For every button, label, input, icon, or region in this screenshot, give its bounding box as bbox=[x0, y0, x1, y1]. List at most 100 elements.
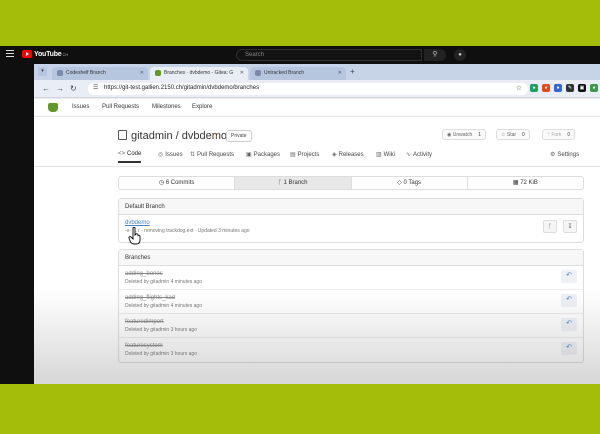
profile-icon[interactable]: ● bbox=[590, 84, 598, 92]
default-branch-row: dvbdemo -o- ... r - removing trackdog.ex… bbox=[119, 215, 583, 242]
code-icon: <> bbox=[118, 151, 125, 157]
browser-tab-2[interactable]: Branches · dvbdemo - Gitea: G ✕ bbox=[150, 67, 248, 80]
stat-commits[interactable]: ◷ 6 Commits bbox=[119, 177, 235, 189]
gitea-favicon-icon bbox=[155, 70, 161, 76]
restore-branch-icon[interactable]: ↶ bbox=[561, 270, 577, 283]
reload-icon[interactable]: ↻ bbox=[70, 84, 77, 93]
pull-request-icon: ⇅ bbox=[190, 152, 195, 158]
youtube-sidebar bbox=[0, 64, 34, 384]
stat-tags[interactable]: ◇ 0 Tags bbox=[352, 177, 468, 189]
youtube-country-code: CH bbox=[63, 52, 69, 57]
nav-explore[interactable]: Explore bbox=[192, 104, 212, 110]
video-frame: YouTube CH Search ⚲ ● ▾ Codeshelf Branch… bbox=[0, 0, 600, 434]
pulse-icon: ∿ bbox=[406, 152, 411, 158]
tab-label: Releases bbox=[339, 152, 364, 158]
hamburger-menu-icon[interactable] bbox=[6, 50, 14, 59]
stat-label: 6 Commits bbox=[166, 180, 195, 186]
tab-close-icon[interactable]: ✕ bbox=[338, 70, 342, 76]
tab-releases[interactable]: ◈Releases bbox=[332, 151, 364, 162]
nav-milestones[interactable]: Milestones bbox=[152, 104, 181, 110]
tab-search-icon[interactable]: ▾ bbox=[38, 67, 47, 76]
forward-icon[interactable]: → bbox=[56, 84, 64, 93]
tag-icon: ◈ bbox=[332, 152, 337, 158]
youtube-play-icon bbox=[22, 50, 32, 58]
default-branch-box: Default Branch dvbdemo -o- ... r - remov… bbox=[118, 198, 584, 243]
nav-pull-requests[interactable]: Pull Requests bbox=[102, 104, 139, 110]
tab-issues[interactable]: ◎Issues bbox=[158, 151, 183, 162]
tab-label: Pull Requests bbox=[197, 152, 234, 158]
repo-owner-link[interactable]: gitadmin bbox=[131, 130, 173, 142]
branches-heading: Branches bbox=[119, 250, 583, 266]
compare-branch-button[interactable]: ᚴ bbox=[543, 220, 557, 233]
book-icon: ▥ bbox=[376, 152, 382, 158]
branch-name[interactable]: featuresystem bbox=[125, 343, 577, 349]
database-icon: ▦ bbox=[513, 180, 519, 186]
branch-name[interactable]: adding_bones bbox=[125, 271, 577, 277]
browser-toolbar: ← → ↻ ☰ https://git-test.gallien.2150.ch… bbox=[34, 80, 600, 98]
star-button[interactable]: ☆ Star0 bbox=[496, 129, 530, 140]
pen-extension-icon[interactable]: ✎ bbox=[566, 84, 574, 92]
stat-label: 1 Branch bbox=[284, 180, 308, 186]
branch-name[interactable]: featuredimport bbox=[125, 319, 577, 325]
branch-row: featuredimport Deleted by gitadmin 3 hou… bbox=[119, 314, 583, 338]
tab-wiki[interactable]: ▥Wiki bbox=[376, 151, 395, 162]
repo-name-link[interactable]: dvbdemo bbox=[182, 130, 227, 142]
tab-favicon-icon bbox=[57, 70, 63, 76]
fork-icon: ᛉ bbox=[547, 132, 550, 138]
tab-pull-requests[interactable]: ⇅Pull Requests bbox=[190, 151, 234, 162]
tab-label: Wiki bbox=[384, 152, 395, 158]
extension-icon[interactable]: ● bbox=[530, 84, 538, 92]
watch-count: 1 bbox=[478, 132, 481, 138]
tab-projects[interactable]: ▤Projects bbox=[290, 151, 319, 162]
download-button[interactable]: ↧ bbox=[563, 220, 577, 233]
youtube-logo[interactable]: YouTube CH bbox=[22, 50, 68, 58]
tab-packages[interactable]: ▣Packages bbox=[246, 151, 280, 162]
private-badge: Private bbox=[226, 130, 252, 142]
extension-icon[interactable]: ▣ bbox=[578, 84, 586, 92]
stat-size[interactable]: ▦ 72 KiB bbox=[468, 177, 583, 189]
tab-settings[interactable]: ⚙Settings bbox=[550, 151, 579, 162]
stat-branches[interactable]: ᚴ 1 Branch bbox=[235, 177, 351, 189]
branch-name[interactable]: adding_flights_kad bbox=[125, 295, 577, 301]
gitea-logo-icon[interactable] bbox=[48, 103, 58, 112]
mic-icon[interactable]: ● bbox=[454, 49, 466, 61]
browser-tab-1[interactable]: Codeshelf Branch ✕ bbox=[52, 67, 148, 80]
rss-icon[interactable]: ∵ bbox=[214, 132, 218, 140]
extension-icon[interactable]: ● bbox=[554, 84, 562, 92]
tab-code[interactable]: <>Code bbox=[118, 151, 141, 163]
repo-path-separator: / bbox=[173, 130, 182, 142]
tab-close-icon[interactable]: ✕ bbox=[140, 70, 144, 76]
youtube-search-input[interactable]: Search bbox=[236, 49, 422, 61]
branch-icon: ᚴ bbox=[278, 180, 282, 186]
repo-stats-bar: ◷ 6 Commits ᚴ 1 Branch ◇ 0 Tags ▦ 72 KiB bbox=[118, 176, 584, 190]
restore-branch-icon[interactable]: ↶ bbox=[561, 342, 577, 355]
tab-label: Untracked Branch bbox=[264, 70, 304, 76]
youtube-header: YouTube CH Search ⚲ ● bbox=[0, 46, 600, 64]
branch-meta: Deleted by gitadmin 4 minutes ago bbox=[125, 279, 577, 285]
tag-icon: ◇ bbox=[397, 180, 402, 186]
fork-count: 0 bbox=[567, 132, 570, 138]
address-bar[interactable]: ☰ https://git-test.gallien.2150.ch/gitad… bbox=[88, 83, 528, 95]
extension-icon[interactable]: ● bbox=[542, 84, 550, 92]
nav-issues[interactable]: Issues bbox=[72, 104, 89, 110]
browser-window: ▾ Codeshelf Branch ✕ Branches · dvbdemo … bbox=[34, 64, 600, 384]
fork-label: Fork bbox=[551, 132, 561, 138]
fork-button[interactable]: ᛉ Fork 0 bbox=[542, 129, 575, 140]
tab-strip: ▾ Codeshelf Branch ✕ Branches · dvbdemo … bbox=[34, 64, 600, 80]
watch-button[interactable]: ◉ Unwatch1 bbox=[442, 129, 486, 140]
tab-close-icon[interactable]: ✕ bbox=[240, 70, 244, 76]
star-count: 0 bbox=[522, 132, 525, 138]
branches-box: Branches adding_bones Deleted by gitadmi… bbox=[118, 249, 584, 363]
bookmark-star-icon[interactable]: ☆ bbox=[516, 84, 522, 92]
site-info-icon[interactable]: ☰ bbox=[93, 84, 98, 91]
search-icon[interactable]: ⚲ bbox=[424, 49, 446, 61]
restore-branch-icon[interactable]: ↶ bbox=[561, 294, 577, 307]
restore-branch-icon[interactable]: ↶ bbox=[561, 318, 577, 331]
back-icon[interactable]: ← bbox=[42, 84, 50, 93]
tab-activity[interactable]: ∿Activity bbox=[406, 151, 432, 162]
default-branch-name[interactable]: dvbdemo bbox=[125, 220, 577, 226]
new-tab-button[interactable]: + bbox=[350, 67, 355, 76]
branch-meta: Deleted by gitadmin 3 hours ago bbox=[125, 351, 577, 357]
default-branch-heading: Default Branch bbox=[119, 199, 583, 215]
browser-tab-3[interactable]: Untracked Branch ✕ bbox=[250, 67, 346, 80]
